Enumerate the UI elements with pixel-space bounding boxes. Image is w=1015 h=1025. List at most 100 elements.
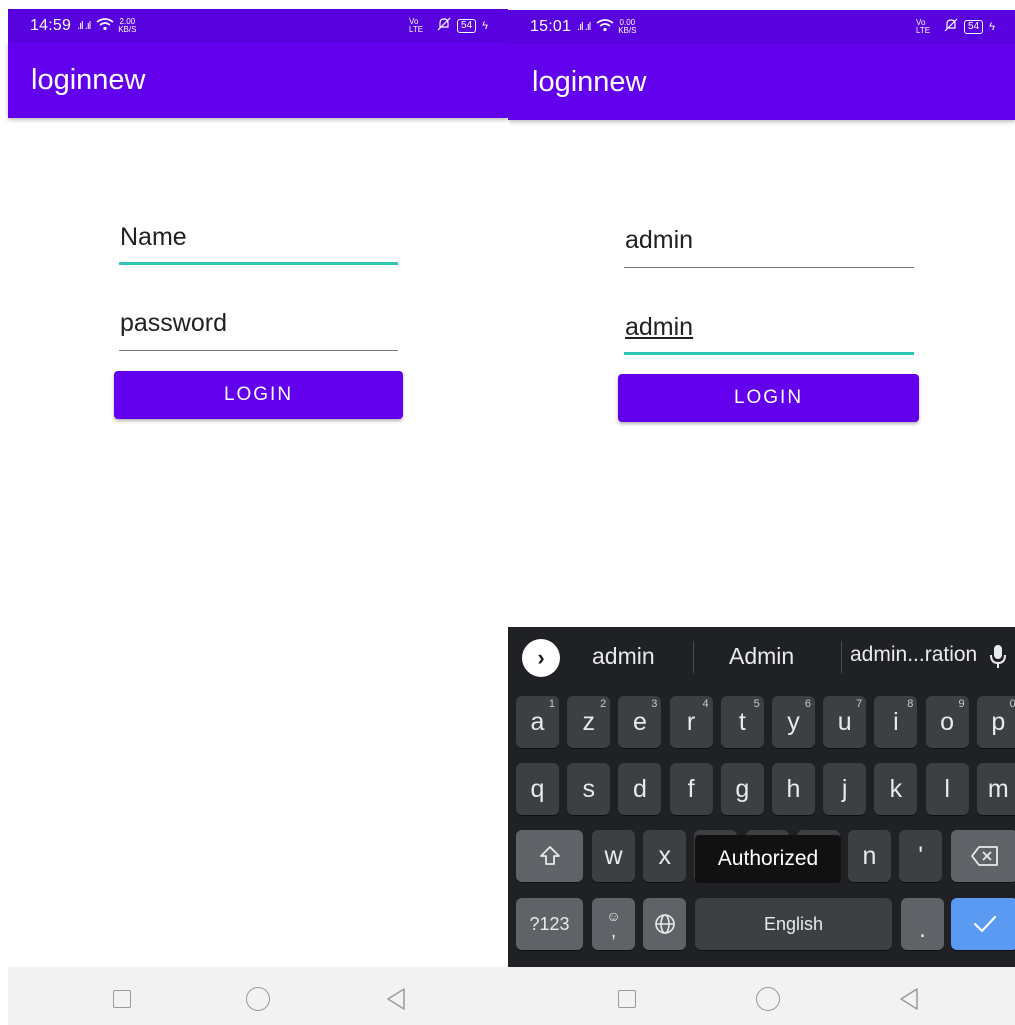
status-right-icons: Vo LTE 54 ϟ [916, 10, 995, 43]
key-number-hint: 5 [753, 698, 760, 710]
key-o[interactable]: o9 [925, 696, 969, 748]
key-label: u [837, 707, 852, 736]
key-p[interactable]: p0 [976, 696, 1015, 748]
key-d[interactable]: d [618, 763, 662, 815]
key-label: r [686, 707, 696, 736]
key-apostrophe[interactable]: ' [899, 830, 943, 882]
bell-off-icon [944, 18, 958, 35]
key-a[interactable]: a1 [516, 696, 559, 748]
backspace-icon [970, 846, 998, 866]
suggestion-2[interactable]: Admin [729, 643, 794, 670]
password-field-underline [624, 352, 914, 355]
battery-icon: 54 [964, 19, 984, 34]
navigation-bar [8, 967, 508, 1025]
wifi-icon [96, 17, 114, 34]
key-number-hint: 6 [804, 698, 811, 710]
password-field[interactable]: admin [624, 303, 914, 355]
battery-icon: 54 [457, 18, 477, 33]
network-speed: 2.00 KB/S [118, 16, 137, 34]
globe-icon [654, 914, 675, 934]
key-r[interactable]: r4 [669, 696, 713, 748]
wifi-icon [596, 19, 614, 35]
backspace-key[interactable] [951, 830, 1015, 882]
suggestion-divider [693, 641, 694, 673]
name-field-underline [119, 262, 398, 265]
key-number-hint: 0 [1009, 698, 1015, 710]
key-e[interactable]: e3 [618, 696, 662, 748]
volte-icon: Vo LTE [916, 17, 931, 35]
key-y[interactable]: y6 [772, 696, 815, 748]
suggestion-divider [841, 641, 842, 673]
login-button[interactable]: LOGIN [114, 371, 403, 419]
symbols-key[interactable]: ?123 [516, 898, 583, 950]
key-h[interactable]: h [772, 763, 815, 815]
shift-key[interactable] [516, 830, 583, 882]
key-g[interactable]: g [720, 763, 764, 815]
bell-off-icon [437, 17, 451, 34]
suggestion-1[interactable]: admin [592, 643, 655, 670]
key-n[interactable]: n [848, 830, 891, 882]
key-m[interactable]: m [976, 763, 1015, 815]
key-u[interactable]: u7 [823, 696, 867, 748]
recents-square-icon[interactable] [618, 990, 636, 1008]
left-screen: 14:59 .ıl .ıl 2.00 KB/S Vo LTE 54 ϟ login… [0, 0, 508, 1025]
password-field-value: admin [625, 313, 694, 341]
key-j[interactable]: j [823, 763, 867, 815]
key-label: t [738, 707, 746, 736]
password-field-underline [119, 350, 398, 351]
key-label: y [787, 707, 800, 736]
name-field[interactable]: admin [624, 216, 914, 268]
key-number-hint: 7 [856, 698, 863, 710]
signal-icon: .ıl .ıl [77, 19, 91, 32]
key-number-hint: 9 [958, 698, 965, 710]
home-circle-icon[interactable] [246, 987, 270, 1011]
microphone-icon[interactable] [989, 643, 1007, 671]
key-w[interactable]: w [592, 830, 635, 882]
period-key[interactable]: . [901, 898, 944, 950]
status-bar: 14:59 .ıl .ıl 2.00 KB/S Vo LTE 54 ϟ [8, 9, 508, 42]
key-label: i [893, 707, 899, 736]
key-i[interactable]: i8 [874, 696, 918, 748]
expand-chevron-icon[interactable]: › [522, 639, 560, 677]
comma-emoji-key[interactable]: ☺ , [592, 898, 635, 950]
key-z[interactable]: z2 [567, 696, 611, 748]
suggestion-strip: › admin Admin admin...ration [508, 627, 1015, 687]
name-field-underline [624, 267, 914, 268]
name-field-placeholder: Name [120, 223, 187, 251]
language-key[interactable] [643, 898, 686, 950]
network-speed: 0.00 KB/S [618, 18, 637, 35]
key-s[interactable]: s [567, 763, 611, 815]
back-triangle-icon[interactable] [385, 987, 405, 1010]
suggestion-3[interactable]: admin...ration [850, 643, 977, 667]
name-field-value: admin [625, 226, 694, 254]
password-field-placeholder: password [120, 309, 227, 337]
key-q[interactable]: q [516, 763, 559, 815]
login-button[interactable]: LOGIN [618, 374, 919, 422]
name-field[interactable]: Name [119, 213, 398, 265]
key-x[interactable]: x [643, 830, 687, 882]
key-f[interactable]: f [669, 763, 713, 815]
home-circle-icon[interactable] [756, 987, 780, 1011]
key-number-hint: 2 [600, 698, 607, 710]
key-popup-tooltip: Authorized [695, 835, 841, 883]
back-triangle-icon[interactable] [898, 987, 918, 1010]
key-label: a [530, 707, 545, 736]
app-bar: loginnew [508, 44, 1015, 120]
comma-label: , [610, 920, 617, 942]
password-field[interactable]: password [119, 299, 398, 351]
key-l[interactable]: l [925, 763, 969, 815]
navigation-bar [508, 967, 1015, 1025]
app-bar: loginnew [8, 42, 508, 118]
key-number-hint: 1 [548, 698, 555, 710]
status-bar: 15:01 .ıl .ıl 0.00 KB/S Vo LTE 54 ϟ [508, 10, 1015, 44]
checkmark-icon [973, 915, 996, 933]
key-label: p [991, 707, 1006, 736]
status-right-icons: Vo LTE 54 ϟ [409, 9, 488, 42]
status-time: 15:01 [530, 18, 572, 35]
key-number-hint: 4 [702, 698, 709, 710]
key-k[interactable]: k [874, 763, 918, 815]
enter-key[interactable] [951, 898, 1015, 950]
key-t[interactable]: t5 [720, 696, 764, 748]
space-key[interactable]: English [695, 898, 892, 950]
recents-square-icon[interactable] [113, 990, 131, 1008]
